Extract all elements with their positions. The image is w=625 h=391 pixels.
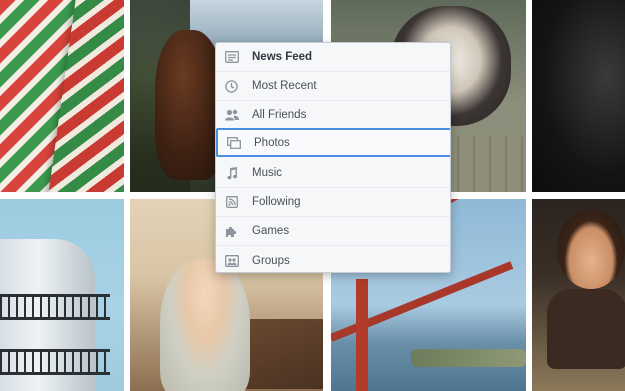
menu-item-groups[interactable]: Groups — [216, 246, 450, 272]
menu-item-label: Most Recent — [252, 80, 317, 92]
menu-item-music[interactable]: Music — [216, 159, 450, 188]
clock-icon — [224, 79, 239, 94]
menu-item-label: Photos — [254, 136, 290, 149]
news-feed-icon — [224, 50, 239, 65]
menu-item-most-recent[interactable]: Most Recent — [216, 72, 450, 101]
menu-item-all-friends[interactable]: All Friends — [216, 101, 450, 130]
menu-item-label: Following — [252, 196, 301, 208]
groups-icon — [224, 253, 239, 268]
menu-item-following[interactable]: Following — [216, 188, 450, 217]
puzzle-piece-icon — [224, 224, 239, 239]
photo-child[interactable] — [532, 199, 625, 391]
friends-icon — [224, 108, 239, 123]
photo-dark-portrait[interactable] — [532, 0, 625, 192]
rss-feed-icon — [224, 195, 239, 210]
menu-item-label: Games — [252, 225, 290, 237]
menu-item-label: News Feed — [252, 51, 313, 63]
photos-icon — [226, 135, 241, 150]
menu-item-label: Music — [252, 167, 283, 179]
menu-item-label: Groups — [252, 254, 290, 267]
photo-lighthouse[interactable] — [0, 199, 124, 391]
menu-item-games[interactable]: Games — [216, 217, 450, 246]
music-note-icon — [224, 166, 239, 181]
menu-item-news-feed[interactable]: News Feed — [216, 43, 450, 72]
photo-striped-paper[interactable] — [0, 0, 124, 192]
menu-item-photos[interactable]: Photos — [216, 128, 450, 157]
feed-filter-dropdown: News Feed Most Recent All Friends Photos… — [215, 42, 451, 273]
menu-item-label: All Friends — [252, 109, 307, 121]
